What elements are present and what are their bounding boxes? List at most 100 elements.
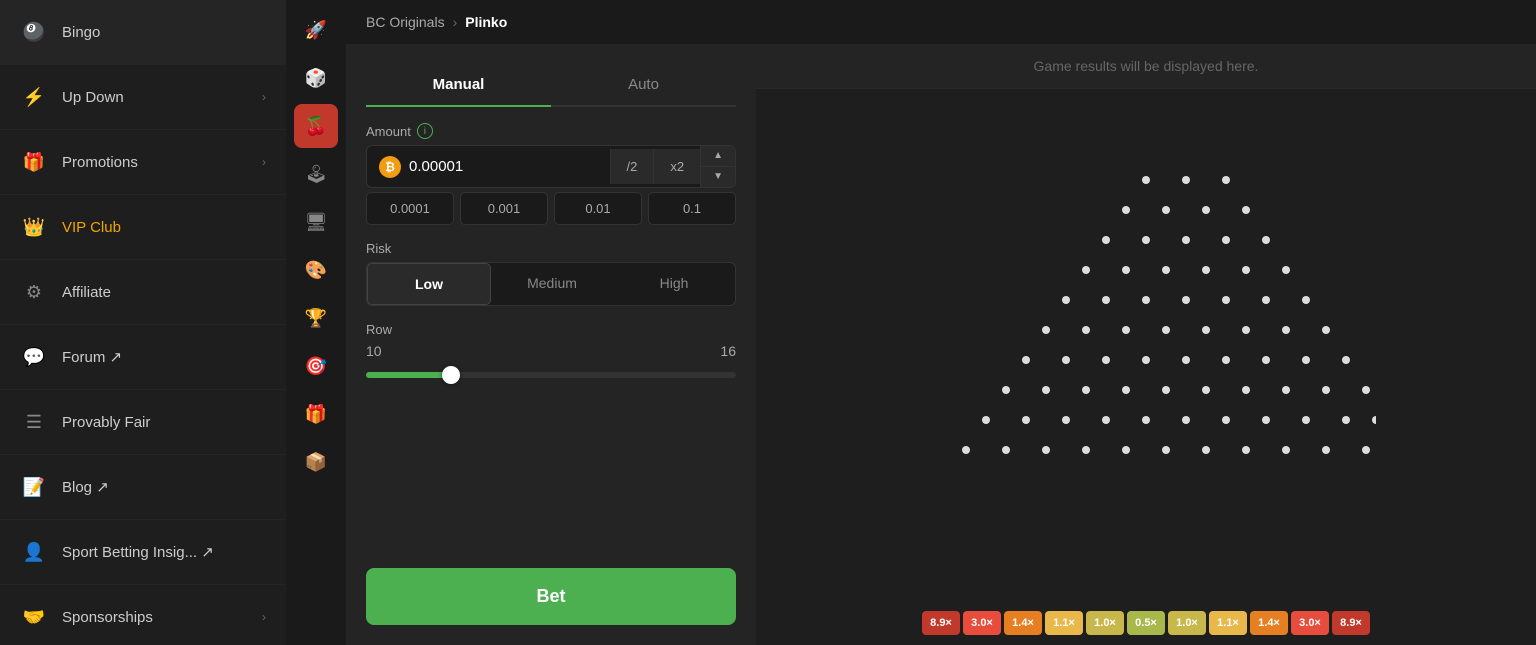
gear-icon: ⚙ bbox=[20, 278, 48, 306]
icon-bar-palette[interactable]: 🎨 bbox=[294, 248, 338, 292]
row-slider-container bbox=[366, 365, 736, 385]
row-min-value: 10 bbox=[366, 343, 382, 359]
sidebar-item-label: Sport Betting Insig... ↗ bbox=[62, 543, 266, 561]
icon-bar-gamepad[interactable]: 🕹 bbox=[294, 152, 338, 196]
bitcoin-icon: ₿ bbox=[379, 156, 401, 178]
icon-bar-trophy[interactable]: 🏆 bbox=[294, 296, 338, 340]
amount-label: Amount i bbox=[366, 123, 736, 139]
icon-bar: 🚀 🎲 🍒 🕹 🖥 🎨 🏆 🎯 🎁 📦 bbox=[286, 0, 346, 645]
breadcrumb-separator: › bbox=[453, 14, 458, 30]
handshake-icon: 🤝 bbox=[20, 603, 48, 631]
gift-icon: 🎁 bbox=[20, 148, 48, 176]
chat-icon: 💬 bbox=[20, 343, 48, 371]
amount-input-row: ₿ 0.00001 /2 x2 ▲ ▼ bbox=[366, 145, 736, 188]
right-panel: Game results will be displayed here. bbox=[756, 44, 1536, 645]
bingo-icon: 🎱 bbox=[20, 18, 48, 46]
sidebar-item-blog[interactable]: 📝 Blog ↗ bbox=[0, 455, 286, 520]
main-content: BC Originals › Plinko Manual Auto Amount… bbox=[346, 0, 1536, 645]
quick-amount-1[interactable]: 0.0001 bbox=[366, 192, 454, 225]
quick-amount-4[interactable]: 0.1 bbox=[648, 192, 736, 225]
risk-section: Risk Low Medium High bbox=[366, 241, 736, 306]
risk-high-button[interactable]: High bbox=[613, 263, 735, 305]
slider-thumb[interactable] bbox=[442, 366, 460, 384]
sidebar-item-up-down[interactable]: ⚡ Up Down › bbox=[0, 65, 286, 130]
row-max-value: 16 bbox=[720, 343, 736, 359]
sidebar-item-label: Blog ↗ bbox=[62, 478, 266, 496]
breadcrumb-parent[interactable]: BC Originals bbox=[366, 14, 445, 30]
bet-button[interactable]: Bet bbox=[366, 568, 736, 625]
chevron-right-icon: › bbox=[262, 90, 266, 104]
game-results-bar: Game results will be displayed here. bbox=[756, 44, 1536, 89]
icon-bar-cherry[interactable]: 🍒 bbox=[294, 104, 338, 148]
lightning-icon: ⚡ bbox=[20, 83, 48, 111]
sidebar-item-sponsorships[interactable]: 🤝 Sponsorships › bbox=[0, 585, 286, 645]
half-button[interactable]: /2 bbox=[610, 149, 654, 184]
crown-icon: 👑 bbox=[20, 213, 48, 241]
multiplier-cell: 1.0× bbox=[1086, 611, 1124, 635]
tabs: Manual Auto bbox=[366, 64, 736, 107]
multiplier-cell: 8.9× bbox=[1332, 611, 1370, 635]
sidebar-item-affiliate[interactable]: ⚙ Affiliate bbox=[0, 260, 286, 325]
amount-value[interactable]: 0.00001 bbox=[409, 158, 463, 175]
multiplier-row: 8.9× 3.0× 1.4× 1.1× 1.0× 0.5× 1.0× 1.1× … bbox=[756, 601, 1536, 645]
sidebar-item-label: Sponsorships bbox=[62, 609, 262, 626]
sidebar-item-bingo[interactable]: 🎱 Bingo bbox=[0, 0, 286, 65]
amount-arrows: ▲ ▼ bbox=[700, 146, 735, 187]
amount-down-button[interactable]: ▼ bbox=[701, 167, 735, 187]
icon-bar-box[interactable]: 📦 bbox=[294, 440, 338, 484]
multiplier-cell: 8.9× bbox=[922, 611, 960, 635]
multiplier-cell: 1.1× bbox=[1209, 611, 1247, 635]
breadcrumb: BC Originals › Plinko bbox=[346, 0, 1536, 44]
blog-icon: 📝 bbox=[20, 473, 48, 501]
multiplier-cell: 3.0× bbox=[963, 611, 1001, 635]
quick-amount-2[interactable]: 0.001 bbox=[460, 192, 548, 225]
sidebar-item-label: Promotions bbox=[62, 154, 262, 171]
tab-manual[interactable]: Manual bbox=[366, 64, 551, 107]
amount-coin-display: ₿ 0.00001 bbox=[367, 156, 610, 178]
quick-amounts: 0.0001 0.001 0.01 0.1 bbox=[366, 192, 736, 225]
plinko-dots-svg bbox=[916, 160, 1376, 530]
sidebar-item-label: Affiliate bbox=[62, 284, 266, 301]
quick-amount-3[interactable]: 0.01 bbox=[554, 192, 642, 225]
multiplier-cell: 1.4× bbox=[1250, 611, 1288, 635]
sidebar-item-vip-club[interactable]: 👑 VIP Club bbox=[0, 195, 286, 260]
risk-label: Risk bbox=[366, 241, 736, 256]
chevron-right-icon: › bbox=[262, 155, 266, 169]
game-area: Manual Auto Amount i ₿ 0.00001 /2 x2 bbox=[346, 44, 1536, 645]
multiplier-cell: 0.5× bbox=[1127, 611, 1165, 635]
amount-section: Amount i ₿ 0.00001 /2 x2 ▲ ▼ 0.0 bbox=[366, 123, 736, 225]
icon-bar-monitor[interactable]: 🖥 bbox=[294, 200, 338, 244]
slider-track bbox=[366, 372, 736, 378]
sidebar-item-label: VIP Club bbox=[62, 219, 266, 236]
icon-bar-dice[interactable]: 🎲 bbox=[294, 56, 338, 100]
sidebar: 🎱 Bingo ⚡ Up Down › 🎁 Promotions › 👑 VIP… bbox=[0, 0, 286, 645]
icon-bar-target[interactable]: 🎯 bbox=[294, 344, 338, 388]
list-icon: ☰ bbox=[20, 408, 48, 436]
multiplier-cell: 1.4× bbox=[1004, 611, 1042, 635]
row-label: Row bbox=[366, 322, 736, 337]
amount-up-button[interactable]: ▲ bbox=[701, 146, 735, 167]
plinko-board bbox=[756, 89, 1536, 601]
risk-low-button[interactable]: Low bbox=[367, 263, 491, 305]
sidebar-item-promotions[interactable]: 🎁 Promotions › bbox=[0, 130, 286, 195]
double-button[interactable]: x2 bbox=[653, 149, 700, 184]
sidebar-item-provably-fair[interactable]: ☰ Provably Fair bbox=[0, 390, 286, 455]
left-panel: Manual Auto Amount i ₿ 0.00001 /2 x2 bbox=[346, 44, 756, 645]
sidebar-item-sport-betting[interactable]: 👤 Sport Betting Insig... ↗ bbox=[0, 520, 286, 585]
sidebar-item-label: Bingo bbox=[62, 24, 266, 41]
chevron-right-icon: › bbox=[262, 610, 266, 624]
multiplier-cell: 3.0× bbox=[1291, 611, 1329, 635]
person-icon: 👤 bbox=[20, 538, 48, 566]
amount-info-icon[interactable]: i bbox=[417, 123, 433, 139]
sidebar-item-forum[interactable]: 💬 Forum ↗ bbox=[0, 325, 286, 390]
multiplier-cell: 1.1× bbox=[1045, 611, 1083, 635]
risk-buttons: Low Medium High bbox=[366, 262, 736, 306]
icon-bar-gift[interactable]: 🎁 bbox=[294, 392, 338, 436]
icon-bar-rocket[interactable]: 🚀 bbox=[294, 8, 338, 52]
sidebar-item-label: Up Down bbox=[62, 89, 262, 106]
sidebar-item-label: Provably Fair bbox=[62, 414, 266, 431]
risk-medium-button[interactable]: Medium bbox=[491, 263, 613, 305]
row-section: Row 10 16 bbox=[366, 322, 736, 385]
breadcrumb-current: Plinko bbox=[465, 14, 507, 30]
tab-auto[interactable]: Auto bbox=[551, 64, 736, 105]
